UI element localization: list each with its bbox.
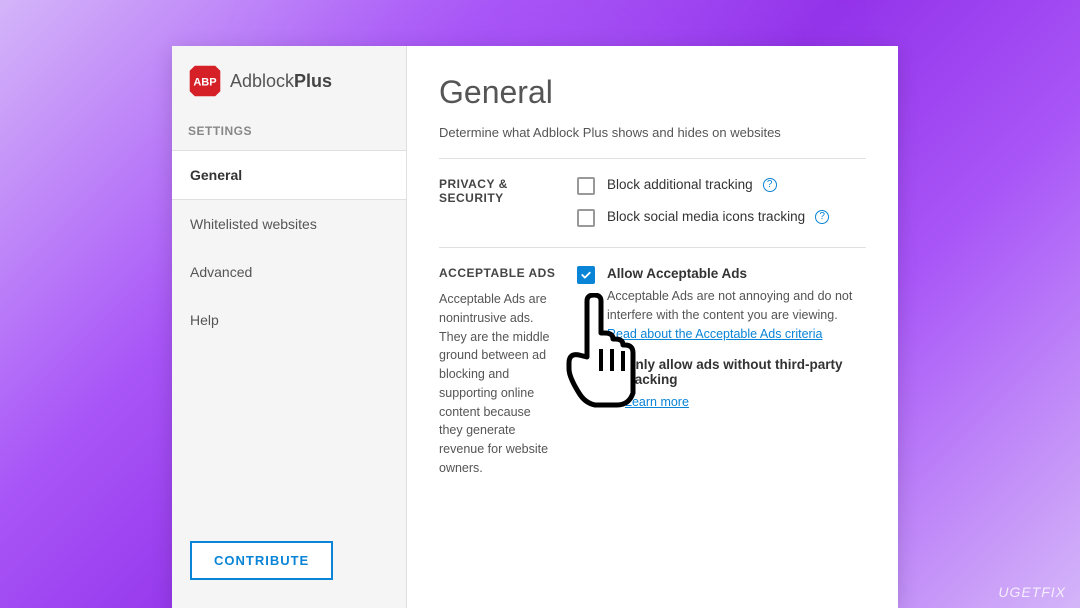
option-allow-acceptable: Allow Acceptable Ads Acceptable Ads are … (577, 266, 866, 343)
divider (439, 158, 866, 159)
privacy-section-title: PRIVACY & SECURITY (439, 177, 557, 205)
sidebar-item-label: Help (190, 312, 219, 328)
sidebar-items: General Whitelisted websites Advanced He… (172, 150, 406, 344)
acceptable-section-title: ACCEPTABLE ADS (439, 266, 557, 280)
option-block-social: Block social media icons tracking ? (577, 209, 866, 227)
checkbox-label: Block additional tracking ? (607, 177, 866, 192)
sub-option-title: Only allow ads without third-party track… (625, 357, 866, 387)
sidebar-section-title: SETTINGS (172, 116, 406, 150)
sidebar-item-whitelist[interactable]: Whitelisted websites (172, 200, 406, 248)
logo-area: ABP AdblockPlus (172, 46, 406, 116)
sidebar: ABP AdblockPlus SETTINGS General Whiteli… (172, 46, 407, 608)
read-criteria-link[interactable]: Read about the Acceptable Ads criteria (607, 327, 822, 341)
acceptable-ads-section: ACCEPTABLE ADS Acceptable Ads are nonint… (439, 266, 866, 478)
checkbox-allow-acceptable[interactable] (577, 266, 595, 284)
sidebar-item-help[interactable]: Help (172, 296, 406, 344)
option-only-no-thirdparty: Only allow ads without third-party track… (625, 357, 866, 411)
checkbox-label: Block social media icons tracking ? (607, 209, 866, 224)
sidebar-item-general[interactable]: General (172, 150, 406, 200)
sidebar-item-label: General (190, 167, 242, 183)
info-icon[interactable]: ? (763, 178, 777, 192)
checkbox-desc: Acceptable Ads are not annoying and do n… (607, 287, 866, 343)
divider (439, 247, 866, 248)
settings-window: ABP AdblockPlus SETTINGS General Whiteli… (172, 46, 898, 608)
sidebar-item-label: Advanced (190, 264, 252, 280)
page-subtitle: Determine what Adblock Plus shows and hi… (439, 125, 866, 140)
option-block-tracking: Block additional tracking ? (577, 177, 866, 195)
abp-logo-icon: ABP (188, 64, 222, 98)
sidebar-item-label: Whitelisted websites (190, 216, 317, 232)
privacy-section: PRIVACY & SECURITY Block additional trac… (439, 177, 866, 227)
checkbox-label: Allow Acceptable Ads (607, 266, 866, 281)
learn-more-link[interactable]: Learn more (625, 395, 689, 409)
page-title: General (439, 74, 866, 111)
checkbox-block-social[interactable] (577, 209, 595, 227)
info-icon[interactable]: ? (815, 210, 829, 224)
acceptable-section-desc: Acceptable Ads are nonintrusive ads. The… (439, 290, 557, 478)
checkbox-block-tracking[interactable] (577, 177, 595, 195)
sidebar-item-advanced[interactable]: Advanced (172, 248, 406, 296)
svg-text:ABP: ABP (193, 76, 216, 88)
contribute-button[interactable]: CONTRIBUTE (190, 541, 333, 580)
main-panel: General Determine what Adblock Plus show… (407, 46, 898, 608)
watermark: UGETFIX (998, 584, 1066, 600)
logo-text: AdblockPlus (230, 71, 332, 92)
